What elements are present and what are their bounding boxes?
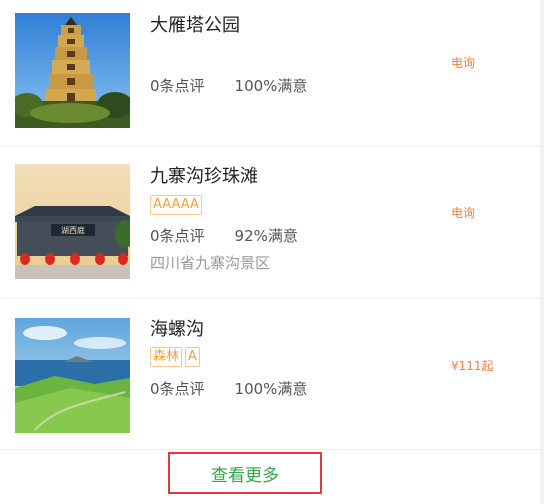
review-count: 0条点评 [150,227,205,245]
review-count: 0条点评 [150,380,205,398]
scenic-thumbnail[interactable] [15,318,130,433]
rating-tag: A [185,347,200,367]
review-count: 0条点评 [150,77,205,95]
satisfaction-rate: 100%满意 [234,380,308,398]
scenic-title[interactable]: 大雁塔公园 [150,14,240,38]
pagoda-image [15,13,130,128]
tag-list: AAAAA [150,195,202,215]
rating-tag: AAAAA [150,195,202,215]
scenic-thumbnail[interactable]: 湖西庭 [15,164,130,279]
list-item[interactable]: 大雁塔公园 0条点评 100%满意 电询 [0,0,540,147]
scenic-address: 四川省九寨沟景区 [150,254,271,272]
scenic-list: 大雁塔公园 0条点评 100%满意 电询 湖西庭 九寨沟珍珠滩 AAAAA 0条… [0,0,540,450]
price-label: 电询 [451,206,476,220]
satisfaction-rate: 92%满意 [234,227,298,245]
view-more-button[interactable]: 查看更多 [168,452,322,494]
price-label: ¥111起 [451,359,494,373]
satisfaction-rate: 100%满意 [234,77,308,95]
coast-image [15,318,130,433]
category-tag: 森林 [150,347,183,367]
scrollbar[interactable] [540,0,544,504]
list-item[interactable]: 湖西庭 九寨沟珍珠滩 AAAAA 0条点评 92%满意 四川省九寨沟景区 电询 [0,147,540,299]
list-item[interactable]: 海螺沟 森林 A 0条点评 100%满意 ¥111起 [0,299,540,450]
gate-image: 湖西庭 [15,164,130,279]
scenic-stats: 0条点评 100%满意 [150,76,307,96]
price-label: 电询 [451,56,476,70]
scenic-thumbnail[interactable] [15,13,130,128]
scenic-title[interactable]: 九寨沟珍珠滩 [150,165,258,189]
svg-text:湖西庭: 湖西庭 [61,225,85,235]
tag-list: 森林 A [150,347,200,367]
scenic-stats: 0条点评 92%满意 [150,226,298,246]
scenic-stats: 0条点评 100%满意 [150,379,307,399]
scenic-title[interactable]: 海螺沟 [150,318,204,342]
